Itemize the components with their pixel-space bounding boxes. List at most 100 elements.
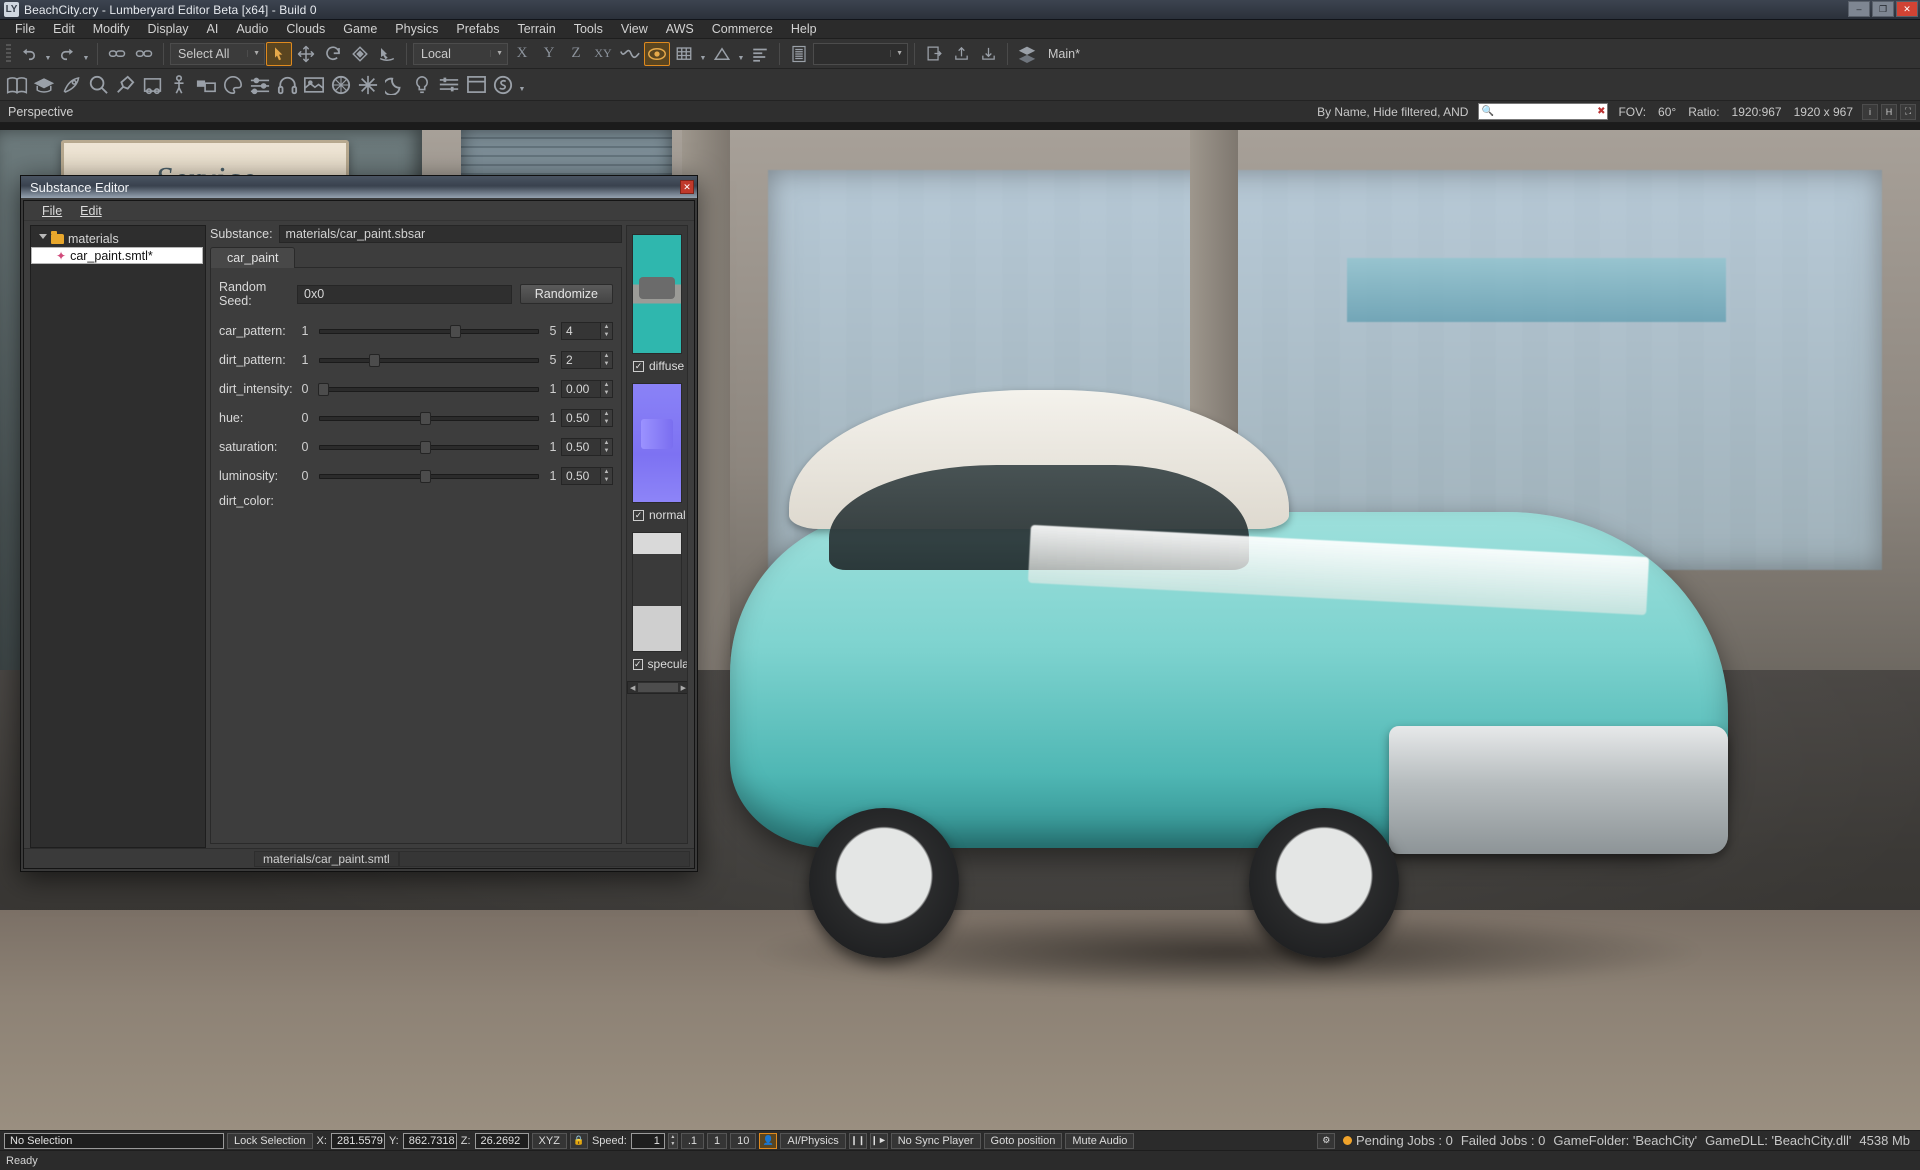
redo-icon[interactable] [54, 42, 80, 66]
xyz-button[interactable]: XYZ [531, 1132, 567, 1149]
unlink-icon[interactable] [131, 42, 157, 66]
goto-icon[interactable] [921, 42, 947, 66]
param-slider-2[interactable] [318, 381, 539, 397]
selection-field[interactable]: No Selection [4, 1132, 224, 1149]
curve-icon[interactable] [617, 42, 643, 66]
layers-icon[interactable] [747, 42, 773, 66]
constrain-xy-button[interactable]: XY [590, 42, 616, 66]
more-icon[interactable]: ▼ [517, 73, 527, 97]
import-icon[interactable] [975, 42, 1001, 66]
outputs-hscrollbar[interactable]: ◀ ▶ [627, 681, 687, 694]
param-stepper-4[interactable]: ▲ ▼ [601, 438, 613, 456]
slider-handle[interactable] [419, 411, 431, 425]
ai-physics-button[interactable]: AI/Physics [780, 1132, 846, 1149]
lighting-icon[interactable] [193, 73, 219, 97]
menu-physics[interactable]: Physics [386, 20, 447, 38]
dialog-close-button[interactable]: ✕ [680, 180, 694, 194]
window-controls[interactable]: – ❐ ✕ [1848, 1, 1918, 17]
particles-icon[interactable] [355, 73, 381, 97]
info-icon[interactable]: i [1862, 103, 1878, 120]
diffuse-thumbnail[interactable] [632, 234, 682, 354]
window-icon[interactable] [463, 73, 489, 97]
terrain-snap-button[interactable] [374, 42, 400, 66]
param-value-field-4[interactable]: 0.50 [561, 438, 601, 456]
headphones-icon[interactable] [274, 73, 300, 97]
slider-handle[interactable] [369, 353, 380, 367]
param-value-field-2[interactable]: 0.00 [561, 380, 601, 398]
menu-clouds[interactable]: Clouds [277, 20, 334, 38]
stepper-up-icon[interactable]: ▲ [601, 468, 612, 476]
menu-tools[interactable]: Tools [565, 20, 612, 38]
scene-car-model[interactable] [729, 390, 1728, 994]
select-tool-button[interactable] [266, 41, 292, 66]
stepper-up-icon[interactable]: ▲ [601, 352, 612, 360]
menu-game[interactable]: Game [334, 20, 386, 38]
param-value-field-3[interactable]: 0.50 [561, 409, 601, 427]
param-slider-4[interactable] [319, 439, 539, 455]
menu-modify[interactable]: Modify [84, 20, 139, 38]
speed-preset-1[interactable]: 1 [707, 1132, 728, 1149]
stepper-down-icon[interactable]: ▼ [601, 418, 612, 426]
slider-handle[interactable] [318, 382, 330, 396]
minimize-button[interactable]: – [1848, 1, 1870, 17]
selection-mask-combo[interactable]: Select All ▼ [170, 42, 265, 65]
z-value-field[interactable]: 26.2692 [474, 1132, 529, 1149]
menu-aws[interactable]: AWS [657, 20, 703, 38]
dialog-menu-edit[interactable]: Edit [72, 202, 110, 220]
pin-icon[interactable] [112, 73, 138, 97]
tree-row-materials[interactable]: materials [31, 230, 205, 247]
dialog-menu-file[interactable]: File [34, 202, 70, 220]
undo-icon[interactable] [16, 42, 42, 66]
param-stepper-1[interactable]: ▲ ▼ [601, 351, 613, 369]
move-tool-button[interactable] [293, 42, 319, 66]
dialog-titlebar[interactable]: Substance Editor ✕ [21, 176, 697, 198]
param-slider-0[interactable] [319, 323, 539, 339]
step-icon[interactable]: ❙► [869, 1132, 888, 1149]
rocket-icon[interactable] [58, 73, 84, 97]
list-icon[interactable] [786, 42, 812, 66]
param-value-field-5[interactable]: 0.50 [561, 467, 601, 485]
stepper-up-icon[interactable]: ▲ [601, 323, 612, 331]
stepper-up-icon[interactable]: ▲ [601, 439, 612, 447]
param-slider-5[interactable] [319, 468, 539, 484]
param-value-field-0[interactable]: 4 [561, 322, 601, 340]
normal-output-row[interactable]: ✓ normal [627, 508, 687, 522]
maximize-button[interactable]: ❐ [1872, 1, 1894, 17]
speed-preset-10[interactable]: 10 [730, 1132, 757, 1149]
lock-icon[interactable]: 🔒 [569, 1132, 588, 1149]
search-input[interactable]: 🔍 ✖ [1478, 103, 1609, 120]
person-icon[interactable]: 👤 [759, 1132, 778, 1149]
magnifier-icon[interactable] [85, 73, 111, 97]
stepper-down-icon[interactable]: ▼ [601, 331, 612, 339]
close-button[interactable]: ✕ [1896, 1, 1918, 17]
coordinate-space-combo[interactable]: Local ▼ [413, 42, 508, 65]
specular-checkbox[interactable]: ✓ [633, 658, 643, 670]
param-stepper-5[interactable]: ▲ ▼ [601, 467, 613, 485]
grid-snap-icon[interactable] [671, 42, 697, 66]
palette-icon[interactable] [220, 73, 246, 97]
tracks-icon[interactable] [436, 73, 462, 97]
color-wheel-icon[interactable] [328, 73, 354, 97]
stepper-down-icon[interactable]: ▼ [601, 360, 612, 368]
menu-audio[interactable]: Audio [227, 20, 277, 38]
undo-dropdown-icon[interactable]: ▼ [43, 42, 53, 66]
sliders-icon[interactable] [247, 73, 273, 97]
goto-position-button[interactable]: Goto position [983, 1132, 1063, 1149]
param-stepper-3[interactable]: ▲ ▼ [601, 409, 613, 427]
stepper-down-icon[interactable]: ▼ [601, 447, 612, 455]
stepper-down-icon[interactable]: ▼ [601, 476, 612, 484]
substance-editor-dialog[interactable]: Substance Editor ✕ File Edit materials ✦… [20, 175, 698, 872]
redo-dropdown-icon[interactable]: ▼ [81, 42, 91, 66]
param-slider-1[interactable] [319, 352, 539, 368]
pivot-snap-button[interactable] [644, 41, 670, 66]
vcs-icon[interactable]: ⚙ [1317, 1132, 1336, 1149]
param-value-field-1[interactable]: 2 [561, 351, 601, 369]
menu-display[interactable]: Display [139, 20, 198, 38]
tree-row-car-paint[interactable]: ✦ car_paint.smtl* [31, 247, 203, 264]
book-icon[interactable] [4, 73, 30, 97]
helpers-icon[interactable]: H [1881, 103, 1897, 120]
outputs-column[interactable]: ✓ diffuse ✓ normal ✓ specular ◀ [626, 225, 688, 844]
substance-tree[interactable]: materials ✦ car_paint.smtl* [30, 225, 206, 848]
menu-ai[interactable]: AI [198, 20, 228, 38]
param-stepper-0[interactable]: ▲ ▼ [601, 322, 613, 340]
